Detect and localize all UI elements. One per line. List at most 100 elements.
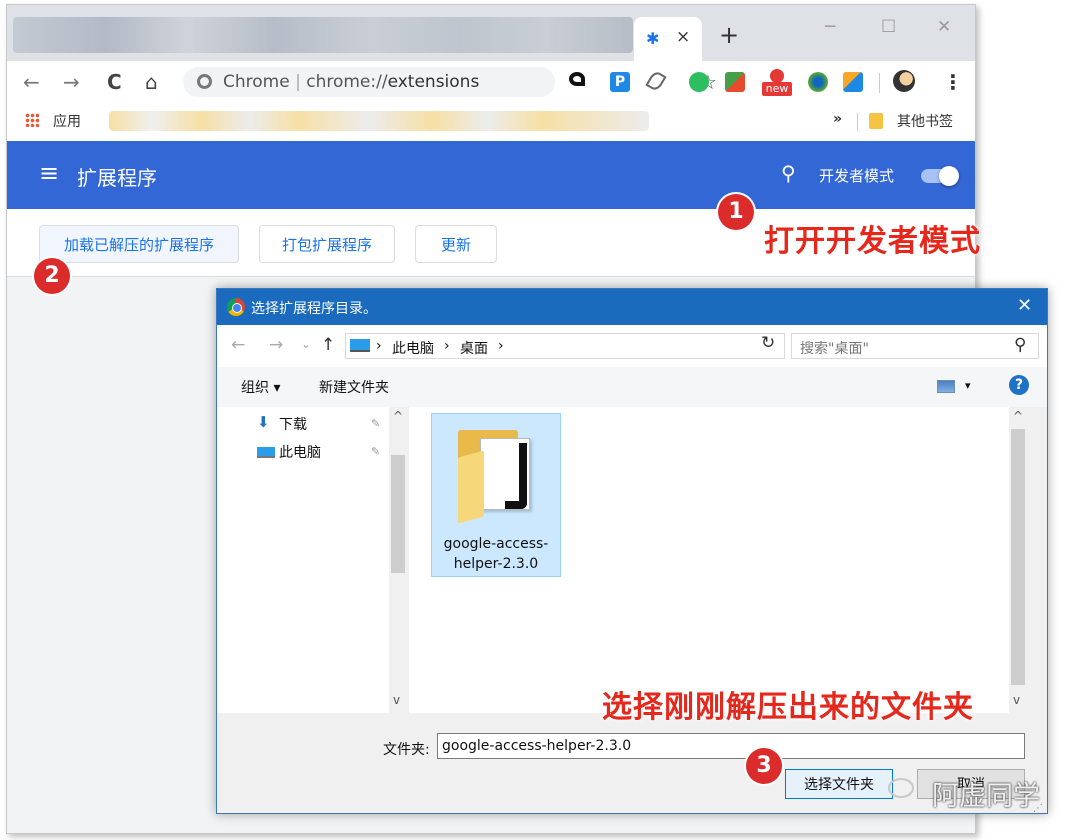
- view-dropdown-icon[interactable]: ▾: [965, 379, 971, 392]
- toolbar-divider: [879, 73, 880, 93]
- browser-menu-icon[interactable]: ⋮: [943, 70, 963, 94]
- files-pane: google-access-helper-2.3.0 ^ v: [409, 407, 1027, 713]
- search-icon[interactable]: ⚲: [781, 161, 796, 185]
- more-bookmarks-icon[interactable]: »: [833, 111, 842, 127]
- dialog-back-icon[interactable]: ←: [231, 335, 245, 355]
- view-options-icon[interactable]: [937, 380, 955, 393]
- nav-item-label: 此电脑: [279, 445, 321, 461]
- scroll-up-icon[interactable]: ^: [1013, 409, 1023, 423]
- up-folder-icon[interactable]: ↑: [321, 335, 335, 355]
- new-tab-button[interactable]: +: [719, 23, 739, 47]
- step-2-badge: 2: [34, 258, 70, 294]
- watermark: 阿虚同学: [888, 772, 1040, 816]
- leaf-extension-icon[interactable]: [645, 69, 667, 93]
- folder-item[interactable]: google-access-helper-2.3.0: [431, 413, 561, 577]
- home-icon[interactable]: ⌂: [145, 70, 158, 94]
- menu-icon[interactable]: ≡: [39, 161, 59, 185]
- dialog-address-bar[interactable]: › 此电脑 › 桌面 › ∨: [345, 333, 876, 359]
- close-window-icon[interactable]: ✕: [937, 17, 951, 37]
- dialog-search-input[interactable]: 搜索"桌面" ⚲: [791, 333, 1039, 359]
- chrome-icon: [197, 74, 212, 89]
- files-scroll-thumb[interactable]: [1011, 429, 1025, 685]
- watermark-text: 阿虚同学: [932, 781, 1040, 812]
- nav-scroll-thumb[interactable]: [391, 455, 405, 573]
- chrome-logo-icon: [227, 298, 245, 316]
- new-folder-button[interactable]: 新建文件夹: [319, 377, 389, 397]
- apps-grid-icon[interactable]: [25, 113, 39, 127]
- p-extension-icon[interactable]: P: [610, 72, 630, 92]
- wechat-icon: [888, 778, 914, 798]
- this-pc-icon: [350, 339, 370, 352]
- download-extension-icon[interactable]: [725, 72, 745, 92]
- new-extension-icon[interactable]: new: [762, 69, 792, 97]
- tab-strip: ✱ × + ─ ☐ ✕: [7, 5, 975, 61]
- blurred-tabs[interactable]: [13, 17, 633, 53]
- dialog-command-bar: 组织 ▾ 新建文件夹 ▾ ?: [217, 367, 1047, 407]
- step-1-annotation: 打开开发者模式: [764, 224, 981, 259]
- refresh-icon[interactable]: ↻: [761, 333, 775, 353]
- folder-front: [458, 450, 484, 524]
- dialog-forward-icon[interactable]: →: [269, 335, 283, 355]
- bookmarks-bar: 应用 » 其他书签: [7, 103, 975, 141]
- bookmarks-divider: [857, 113, 858, 131]
- folder-picker-dialog: 选择扩展程序目录。 ✕ ← → ⌄ ↑ › 此电脑 › 桌面 › ∨ ↻ 搜索"…: [216, 288, 1048, 814]
- recent-dropdown-icon[interactable]: ⌄: [301, 337, 311, 351]
- evernote-extension-icon[interactable]: [689, 72, 709, 92]
- dialog-titlebar: 选择扩展程序目录。 ✕: [217, 289, 1047, 325]
- step-3-annotation: 选择刚刚解压出来的文件夹: [602, 690, 974, 725]
- toggle-knob: [939, 166, 959, 186]
- pin-icon: ✎: [371, 417, 381, 430]
- files-scrollbar[interactable]: ^ v: [1009, 407, 1027, 713]
- step-3-badge: 3: [746, 748, 782, 784]
- forward-icon[interactable]: →: [63, 70, 80, 94]
- organize-menu[interactable]: 组织 ▾: [241, 377, 280, 397]
- pin-icon: ✎: [371, 445, 381, 458]
- blurred-bookmarks[interactable]: [109, 111, 649, 131]
- load-unpacked-button[interactable]: 加载已解压的扩展程序: [39, 225, 239, 263]
- scroll-up-icon[interactable]: ^: [393, 409, 403, 423]
- minimize-icon[interactable]: ─: [825, 17, 835, 37]
- folder-name-input[interactable]: [437, 733, 1025, 759]
- breadcrumb-desktop[interactable]: 桌面: [460, 338, 488, 358]
- browser-toolbar: ← → C ⌂ Chrome | chrome://extensions ☆ P…: [7, 61, 975, 103]
- nav-item-downloads[interactable]: ⬇ 下载 ✎: [217, 413, 387, 437]
- folder-name: google-access-helper-2.3.0: [443, 536, 549, 572]
- reload-icon[interactable]: C: [107, 70, 122, 94]
- update-button[interactable]: 更新: [415, 225, 497, 263]
- navigation-pane: ⬇ 下载 ✎ 此电脑 ✎ ^ v: [217, 407, 407, 713]
- help-icon[interactable]: ?: [1009, 375, 1029, 395]
- dialog-title: 选择扩展程序目录。: [251, 301, 377, 317]
- maximize-icon[interactable]: ☐: [881, 17, 896, 37]
- extensions-header: ≡ 扩展程序 ⚲ 开发者模式: [7, 141, 975, 209]
- dev-mode-toggle[interactable]: [921, 166, 961, 186]
- tab-extensions[interactable]: ✱ ×: [634, 17, 702, 61]
- dialog-address-row: ← → ⌄ ↑ › 此电脑 › 桌面 › ∨ ↻ 搜索"桌面" ⚲: [217, 325, 1047, 367]
- breadcrumb-this-pc[interactable]: 此电脑: [392, 338, 434, 358]
- globe-extension-icon[interactable]: [808, 72, 828, 92]
- arrow-extension-icon[interactable]: [569, 72, 585, 86]
- address-bar[interactable]: Chrome | chrome://extensions ☆: [183, 67, 717, 97]
- folder-document: [480, 438, 530, 510]
- dialog-close-icon[interactable]: ✕: [1017, 295, 1032, 316]
- select-folder-button[interactable]: 选择文件夹: [785, 769, 893, 799]
- download-icon: ⬇: [257, 413, 270, 431]
- tag-extension-icon[interactable]: [843, 72, 863, 92]
- folder-icon: [869, 113, 883, 129]
- computer-icon: [257, 447, 275, 458]
- search-icon: ⚲: [1014, 335, 1027, 355]
- nav-item-this-pc[interactable]: 此电脑 ✎: [217, 441, 387, 465]
- pack-extension-button[interactable]: 打包扩展程序: [259, 225, 395, 263]
- tab-close-icon[interactable]: ×: [676, 27, 690, 47]
- back-icon[interactable]: ←: [23, 70, 40, 94]
- scroll-down-icon[interactable]: v: [393, 693, 400, 707]
- breadcrumb-sep: ›: [498, 338, 504, 354]
- nav-scrollbar[interactable]: ^ v: [389, 407, 407, 713]
- other-bookmarks[interactable]: 其他书签: [897, 111, 953, 131]
- profile-avatar[interactable]: [893, 70, 915, 92]
- apps-bookmark[interactable]: 应用: [53, 111, 81, 131]
- scroll-down-icon[interactable]: v: [1013, 693, 1020, 707]
- nav-item-label: 下载: [279, 417, 307, 433]
- breadcrumb-sep: ›: [444, 338, 450, 354]
- search-placeholder: 搜索"桌面": [800, 341, 869, 357]
- puzzle-icon: ✱: [646, 29, 660, 48]
